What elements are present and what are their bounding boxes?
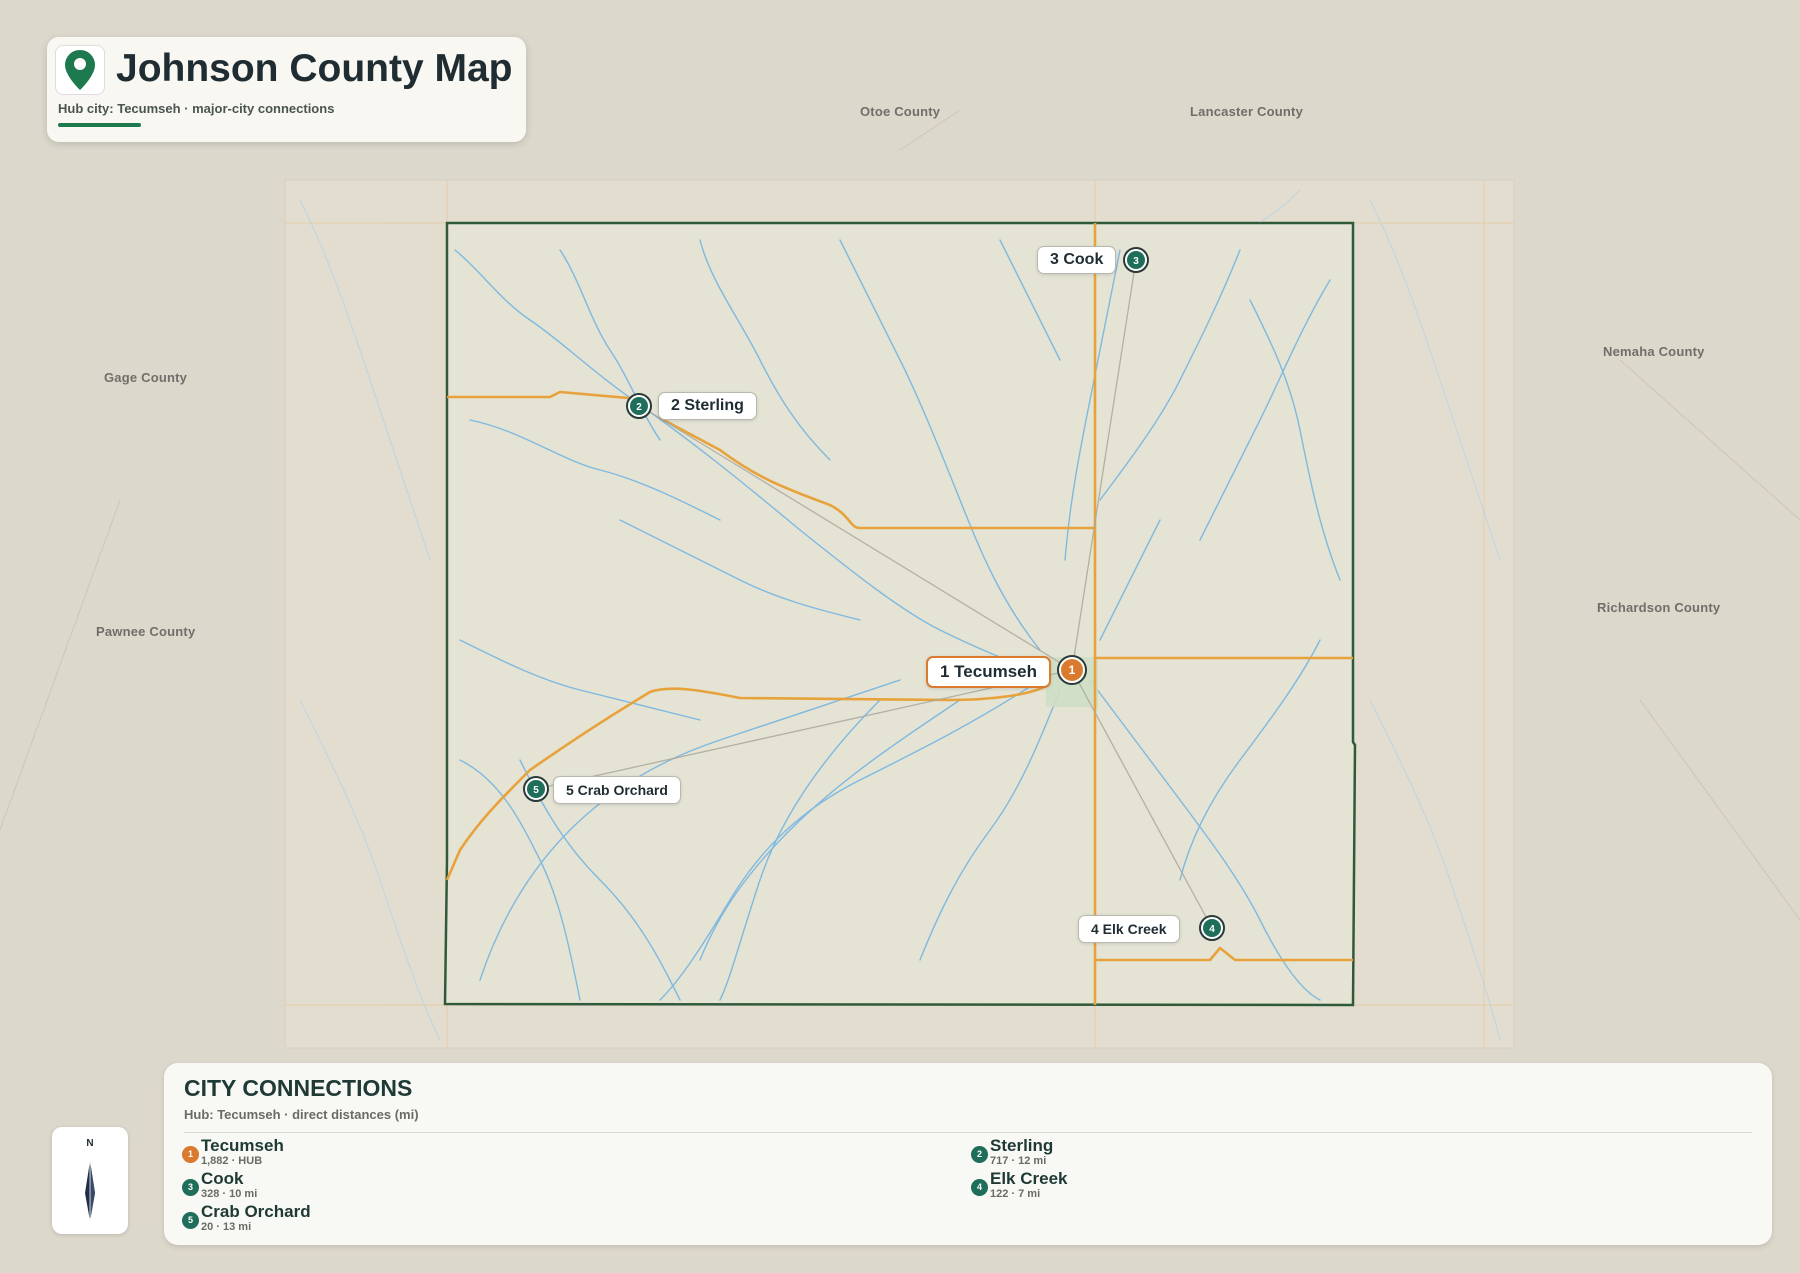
city-label-elk-creek[interactable]: 4 Elk Creek	[1078, 915, 1180, 943]
legend-title: CITY CONNECTIONS	[184, 1075, 413, 1101]
legend-marker: 1	[182, 1146, 199, 1163]
city-marker-sterling[interactable]: 2	[626, 393, 652, 419]
legend-item-tecumseh[interactable]: 1 Tecumseh 1,882 · HUB	[182, 1136, 582, 1167]
legend-marker: 5	[182, 1212, 199, 1229]
neighbor-label: Richardson County	[1597, 600, 1721, 615]
legend-city-detail: 328 · 10 mi	[201, 1188, 258, 1200]
city-label-tecumseh[interactable]: 1 Tecumseh	[926, 656, 1052, 688]
legend-city-detail: 1,882 · HUB	[201, 1155, 263, 1167]
neighbor-label: Gage County	[104, 370, 188, 385]
legend-item-crab-orchard[interactable]: 5 Crab Orchard 20 · 13 mi	[182, 1202, 582, 1233]
neighbor-label: Pawnee County	[96, 624, 196, 639]
city-marker-number: 2	[636, 402, 642, 413]
legend-city-detail: 122 · 7 mi	[990, 1188, 1041, 1200]
neighbor-label: Lancaster County	[1190, 104, 1304, 119]
legend-divider	[184, 1132, 1752, 1133]
legend-city-name: Sterling	[990, 1136, 1054, 1155]
north-arrow-icon	[85, 1161, 95, 1221]
legend-marker: 3	[182, 1179, 199, 1196]
neighbor-label: Nemaha County	[1603, 344, 1705, 359]
page-subtitle: Hub city: Tecumseh · major-city connecti…	[58, 101, 335, 116]
city-marker-tecumseh[interactable]: 1	[1057, 655, 1087, 685]
city-marker-number: 4	[1209, 924, 1215, 935]
legend-marker: 4	[971, 1179, 988, 1196]
city-marker-number: 5	[533, 785, 539, 796]
map-pin-icon	[55, 45, 105, 95]
county-boundary	[443, 221, 1357, 1007]
city-marker-cook[interactable]: 3	[1123, 247, 1149, 273]
city-marker-elk-creek[interactable]: 4	[1199, 915, 1225, 941]
city-label-cook[interactable]: 3 Cook	[1037, 246, 1117, 274]
legend-city-name: Crab Orchard	[201, 1202, 311, 1221]
city-label-crab-orchard[interactable]: 5 Crab Orchard	[553, 776, 681, 804]
city-marker-number: 3	[1133, 256, 1139, 267]
neighbor-label: Otoe County	[860, 104, 941, 119]
legend-item-elk-creek[interactable]: 4 Elk Creek 122 · 7 mi	[971, 1169, 1371, 1200]
city-marker-number: 1	[1069, 663, 1076, 677]
legend-city-name: Cook	[201, 1169, 244, 1188]
compass-rose: N	[52, 1127, 128, 1234]
legend-city-name: Elk Creek	[990, 1169, 1068, 1188]
title-accent-bar	[58, 123, 141, 127]
title-card: Johnson County Map Hub city: Tecumseh · …	[47, 37, 526, 142]
city-marker-crab-orchard[interactable]: 5	[523, 776, 549, 802]
legend-city-detail: 20 · 13 mi	[201, 1221, 252, 1233]
city-connections-legend: CITY CONNECTIONS Hub: Tecumseh · direct …	[164, 1063, 1772, 1245]
legend-item-cook[interactable]: 3 Cook 328 · 10 mi	[182, 1169, 582, 1200]
legend-item-sterling[interactable]: 2 Sterling 717 · 12 mi	[971, 1136, 1371, 1167]
city-label-sterling[interactable]: 2 Sterling	[658, 392, 757, 420]
legend-city-name: Tecumseh	[201, 1136, 284, 1155]
page-title: Johnson County Map	[116, 47, 513, 90]
legend-subtitle: Hub: Tecumseh · direct distances (mi)	[184, 1107, 419, 1122]
legend-marker: 2	[971, 1146, 988, 1163]
legend-city-detail: 717 · 12 mi	[990, 1155, 1047, 1167]
